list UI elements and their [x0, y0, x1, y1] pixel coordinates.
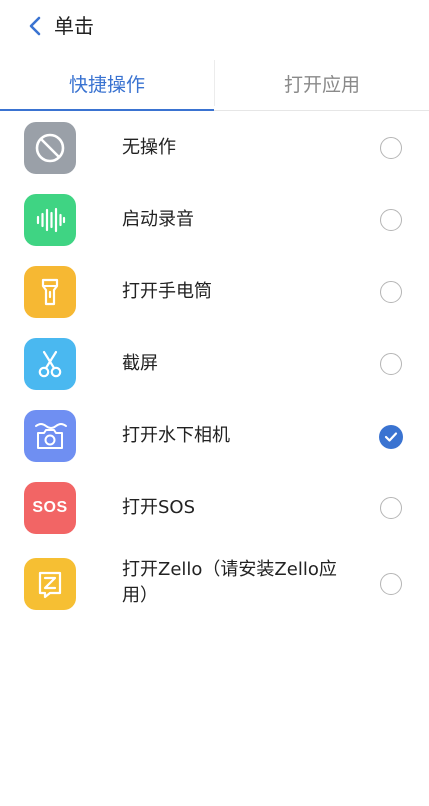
option-label: 启动录音	[122, 209, 194, 230]
option-label: 打开手电筒	[122, 281, 212, 302]
option-zello[interactable]: 打开Zello（请安装Zello应用）	[0, 544, 429, 624]
underwater-camera-icon	[24, 410, 76, 462]
radio-button-checked[interactable]	[379, 425, 403, 449]
option-screenshot[interactable]: 截屏	[0, 328, 429, 400]
sos-icon-text: SOS	[32, 499, 68, 516]
option-underwater-camera[interactable]: 打开水下相机	[0, 400, 429, 472]
zello-icon	[24, 558, 76, 610]
option-flashlight[interactable]: 打开手电筒	[0, 256, 429, 328]
option-label: 截屏	[122, 353, 158, 374]
radio-button[interactable]	[380, 137, 402, 159]
radio-button[interactable]	[380, 353, 402, 375]
page-title: 单击	[54, 14, 94, 38]
no-action-icon	[24, 122, 76, 174]
active-tab-indicator	[0, 109, 214, 111]
action-list: 无操作 启动录音 打开手电筒 截屏 打开水下相机 SOS 打开SOS 打开Zel…	[0, 112, 429, 624]
flashlight-icon	[24, 266, 76, 318]
back-button[interactable]	[24, 14, 46, 38]
header-bar: 单击	[0, 0, 429, 52]
tab-quick-actions[interactable]: 快捷操作	[0, 56, 214, 110]
voice-wave-icon	[24, 194, 76, 246]
scissors-icon	[24, 338, 76, 390]
option-no-action[interactable]: 无操作	[0, 112, 429, 184]
radio-button[interactable]	[380, 209, 402, 231]
option-sos[interactable]: SOS 打开SOS	[0, 472, 429, 544]
check-icon	[384, 432, 398, 442]
radio-button[interactable]	[380, 497, 402, 519]
sos-icon: SOS	[24, 482, 76, 534]
tab-open-app[interactable]: 打开应用	[215, 56, 429, 110]
option-label: 打开Zello（请安装Zello应用）	[122, 559, 337, 606]
radio-button[interactable]	[380, 281, 402, 303]
option-label: 打开水下相机	[122, 425, 230, 446]
radio-button[interactable]	[380, 573, 402, 595]
option-label: 无操作	[122, 137, 176, 158]
tab-bar: 快捷操作 打开应用	[0, 56, 429, 111]
chevron-left-icon	[29, 16, 41, 36]
option-record-audio[interactable]: 启动录音	[0, 184, 429, 256]
option-label: 打开SOS	[122, 497, 196, 518]
